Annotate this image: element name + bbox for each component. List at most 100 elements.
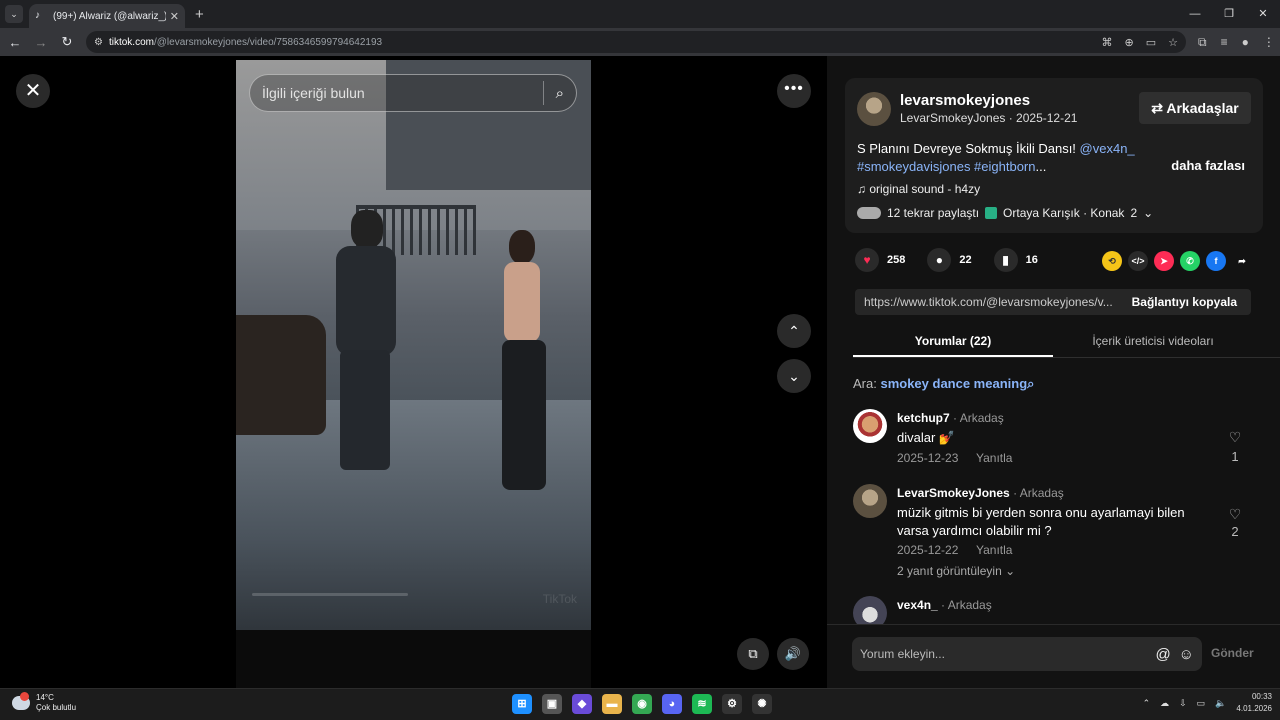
tab-comments[interactable]: Yorumlar (22) [853,326,1053,357]
comment-author[interactable]: LevarSmokeyJones · Arkadaş [897,486,1064,500]
embed-icon[interactable]: </> [1128,251,1148,271]
clock-time: 00:33 [1251,692,1272,701]
comment-input[interactable]: Yorum ekleyin... @ ☺ [852,637,1202,671]
steam-icon[interactable]: ⚙ [722,694,742,714]
commenter-avatar[interactable] [853,596,887,624]
site-info-icon[interactable]: ⚙ [94,37,103,48]
reading-list-icon[interactable]: ≡ [1221,35,1228,50]
clock[interactable]: 00:33 4.01.2026 [1236,691,1272,715]
zoom-icon[interactable]: ⊕ [1125,36,1134,49]
comment-author[interactable]: ketchup7 · Arkadaş [897,411,1004,425]
profile-icon[interactable]: ● [1242,35,1249,50]
comment-relation: · Arkadaş [949,411,1004,425]
chrome-icon[interactable]: ◉ [632,694,652,714]
comment-text: divalar 💅 [897,430,956,445]
tiktok-page: ✕ TikTok İlgili içeriği bulun ⌕ ••• ⌃ ⌄ … [0,56,1280,688]
video-url[interactable]: https://www.tiktok.com/@levarsmokeyjones… [855,295,1118,309]
repost-count[interactable]: 12 tekrar paylaştı [887,206,979,220]
onedrive-icon[interactable]: ☁ [1160,698,1169,709]
comment-like-icon[interactable]: ♡ [1225,429,1245,446]
comment-item: vex4n_ · Arkadaş [853,596,1253,624]
search-suggestion[interactable]: Ara: smokey dance meaning⌕ [853,376,1034,392]
suggestion-keyword[interactable]: smokey dance meaning [880,376,1027,391]
like-count: 258 [887,254,906,266]
reply-button[interactable]: Yanıtla [976,451,1012,465]
author-avatar[interactable] [857,92,891,126]
facebook-icon[interactable]: f [1206,251,1226,271]
tab-search-icon[interactable]: ⌄ [5,5,23,23]
comment-author[interactable]: vex4n_ · Arkadaş [897,598,992,612]
send-to-friends-icon[interactable]: ➤ [1154,251,1174,271]
more-options-button[interactable]: ••• [777,74,811,108]
commenter-avatar[interactable] [853,484,887,518]
file-explorer-icon[interactable]: ▬ [602,694,622,714]
start-menu-icon[interactable]: ⊞ [512,694,532,714]
cast-icon[interactable]: ▭ [1146,36,1156,49]
spotify-icon[interactable]: ≋ [692,694,712,714]
speaker-icon[interactable]: 🔈 [1215,698,1226,709]
video-frame-dancer-2 [494,230,564,500]
menu-icon[interactable]: ⋮ [1263,35,1275,50]
like-heart-icon[interactable]: ♥ [855,248,879,272]
volume-icon[interactable]: 🔊 [777,638,809,670]
close-video-button[interactable]: ✕ [16,74,50,108]
toolbar-right: ⧉ ≡ ● ⋮ [1198,35,1275,50]
settings-icon[interactable]: ✺ [752,694,772,714]
cloud-icon [12,692,30,710]
copy-link-button[interactable]: Bağlantıyı kopyala [1118,295,1251,309]
friends-button[interactable]: ⇄ Arkadaşlar [1139,92,1251,124]
search-icon[interactable]: ⌕ [556,85,564,102]
sound-link[interactable]: ♫ original sound - h4zy [857,182,980,196]
url-path: /@levarsmokeyjones/video/758634659979464… [153,36,383,48]
bookmark-star-icon[interactable]: ☆ [1168,36,1178,49]
tray-chevron-icon[interactable]: ⌃ [1143,698,1151,709]
back-icon[interactable]: ← [4,35,26,50]
whatsapp-icon[interactable]: ✆ [1180,251,1200,271]
maximize-icon[interactable]: ❐ [1212,0,1246,28]
download-icon[interactable]: ⇩ [1179,698,1187,709]
video-progress-bar[interactable] [252,593,408,596]
see-more-link[interactable]: daha fazlası [1171,158,1245,173]
commenter-avatar[interactable] [853,409,887,443]
hashtag-links[interactable]: #smokeydavisjones #eightborn [857,159,1036,174]
mention-icon[interactable]: @ [1155,646,1170,663]
next-video-button[interactable]: ⌄ [777,359,811,393]
send-button[interactable]: Gönder [1211,646,1254,660]
weather-widget[interactable]: 14°C Çok bulutlu [12,692,76,713]
comment-item: LevarSmokeyJones · Arkadaş müzik gitmis … [853,484,1253,584]
view-replies-button[interactable]: 2 yanıt görüntüleyin ⌄ [897,564,1015,578]
author-username[interactable]: levarsmokeyjones [900,92,1030,109]
discord-icon[interactable]: ◕ [662,694,682,714]
previous-video-button[interactable]: ⌃ [777,314,811,348]
emoji-icon[interactable]: ☺ [1179,646,1194,663]
related-search-input[interactable]: İlgili içeriği bulun ⌕ [249,74,577,112]
reload-icon[interactable]: ↻ [56,34,78,50]
translate-icon[interactable]: ⌘ [1102,36,1113,49]
chevron-down-icon[interactable]: ⌄ [1143,206,1153,220]
picture-in-picture-icon[interactable]: ⧉ [737,638,769,670]
omnibox[interactable]: ⚙ tiktok.com /@levarsmokeyjones/video/75… [86,31,1186,53]
reply-button[interactable]: Yanıtla [976,543,1012,557]
minimize-icon[interactable]: — [1178,0,1212,28]
comment-bubble-icon[interactable]: ● [927,248,952,272]
task-view-icon[interactable]: ▣ [542,694,562,714]
swap-icon: ⇄ [1151,100,1167,116]
repost-icon[interactable]: ⟲ [1102,251,1122,271]
location-label[interactable]: Ortaya Karışık · Konak [1003,206,1124,220]
video-player[interactable]: TikTok [236,60,591,632]
extensions-icon[interactable]: ⧉ [1198,35,1207,50]
comment-count: 22 [959,254,972,266]
comment-like-icon[interactable]: ♡ [1225,506,1245,523]
forward-icon[interactable]: → [30,35,52,50]
network-icon[interactable]: ▭ [1197,698,1206,709]
mention-link[interactable]: @vex4n_ [1080,141,1135,156]
tab-close-icon[interactable]: ✕ [170,10,179,23]
copilot-icon[interactable]: ◆ [572,694,592,714]
bookmark-icon[interactable]: ▮ [993,248,1018,272]
location-more[interactable]: 2 [1130,206,1137,220]
new-tab-icon[interactable]: + [195,6,204,23]
browser-tab[interactable]: ♪ (99+) Alwariz (@alwariz_) | TikTok ✕ [29,4,185,28]
window-close-icon[interactable]: ✕ [1246,0,1280,28]
tab-creator-videos[interactable]: İçerik üreticisi videoları [1053,326,1253,357]
share-arrow-icon[interactable]: ➦ [1232,251,1252,271]
